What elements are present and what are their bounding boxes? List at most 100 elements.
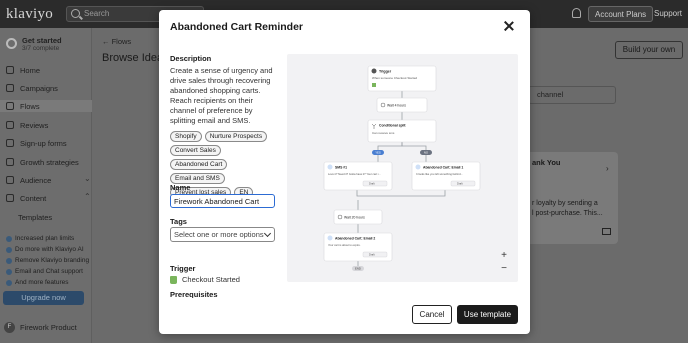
get-started-progress: 3/7 complete [22,45,60,52]
card-description: r loyalty by sending a l post-purchase. … [532,199,614,219]
sidebar-item-content[interactable]: Content ⌃ [6,192,92,204]
sidebar-item-label: Growth strategies [20,157,79,167]
zoom-in-icon[interactable]: + [498,250,510,262]
template-details: Description Create a sense of urgency an… [170,54,280,298]
flow-icon [6,102,14,110]
flow-node-wait-2[interactable]: Wait 20 hours [333,209,383,225]
account-plans-button[interactable]: Account Plans [588,6,654,22]
tag-chip: Abandoned Cart [170,158,228,170]
sidebar-item-flows[interactable]: Flows [0,100,92,112]
flow-end-badge: END [352,266,364,271]
node-title: Conditional split [379,124,406,128]
chevron-up-icon: ⌃ [84,192,91,201]
cancel-button[interactable]: Cancel [412,305,452,324]
node-title: Wait 20 hours [344,216,365,220]
channel-select[interactable]: channel [528,86,616,104]
channel-select-label: channel [537,90,564,99]
email-icon [415,164,421,170]
sidebar-item-label: Reviews [20,120,49,130]
prerequisites-label: Prerequisites [170,290,218,298]
sidebar-item-campaigns[interactable]: Campaigns [6,82,58,94]
chevron-down-icon [263,229,272,238]
sidebar-item-label: Campaigns [20,83,58,93]
flow-node-conditional-split[interactable]: Conditional split Can receive sms [367,119,437,143]
flow-preview-canvas[interactable]: Trigger When someone Checkout Started Wa… [287,54,518,282]
sidebar-item-home[interactable]: Home [6,64,40,76]
flow-diagram: Trigger When someone Checkout Started Wa… [323,65,481,271]
card-description-line: r loyalty by sending a [532,200,598,207]
description-text: Create a sense of urgency and drive sale… [170,66,273,125]
search-icon [71,9,80,18]
flow-idea-card[interactable]: ank You › r loyalty by sending a l post-… [526,152,618,244]
name-field[interactable] [170,194,275,208]
tags-label: Tags [170,217,187,226]
draft-status: Draft [457,182,463,186]
use-template-button[interactable]: Use template [457,305,518,324]
tag-chip: Shopify [170,130,202,142]
close-icon[interactable] [503,20,515,32]
shopify-icon [170,275,177,284]
branch-no-badge: NO [420,150,432,155]
sidebar-item-signup-forms[interactable]: Sign-up forms [6,137,67,149]
flow-node-email-1[interactable]: Abandoned Cart: Email 1 It looks like yo… [411,161,481,191]
email-icon [602,228,611,235]
home-icon [6,66,14,74]
sidebar-item-label: Home [20,65,41,75]
upgrade-button[interactable]: Upgrade now [3,291,84,305]
template-modal: Abandoned Cart Reminder Description Crea… [159,10,530,334]
node-body: Love it? Need it? Gotta have it? Your ca… [328,172,381,176]
sidebar-item-reviews[interactable]: Reviews [6,119,48,131]
flow-node-email-2[interactable]: Abandoned Cart: Email 2 Your cart is abo… [323,232,393,262]
support-link[interactable]: Support [648,6,688,22]
draft-status: Draft [369,182,375,186]
shopify-icon [372,83,376,87]
branch-yes-badge: YES [372,150,384,155]
account-switcher[interactable]: F Firework Product [4,322,77,333]
trigger-name: Checkout Started [182,275,240,284]
tag-chip: Convert Sales [170,144,221,156]
node-title: Wait 4 hours [387,104,406,108]
promo-label: Remove Klaviyo branding [15,257,90,264]
node-body: It looks like you left something behind.… [416,172,463,176]
flow-node-trigger[interactable]: Trigger When someone Checkout Started [367,65,437,92]
tag-chip: Nurture Prospects [204,130,268,142]
node-body: Your cart is about to expire. [328,243,361,247]
check-icon [6,268,12,275]
trigger-label: Trigger [170,264,196,273]
breadcrumb[interactable]: ← Flows [102,37,131,46]
sidebar-item-audience[interactable]: Audience ⌄ [6,174,92,186]
flow-node-sms-1[interactable]: SMS #1 Love it? Need it? Gotta have it? … [323,161,393,191]
zoom-out-icon[interactable]: − [498,263,510,275]
sidebar: Get started 3/7 complete Home Campaigns … [0,28,92,343]
node-subtitle: Can receive sms [372,131,395,135]
build-your-own-button[interactable]: Build your own [615,41,683,59]
sidebar-item-label: Sign-up forms [20,138,67,148]
card-description-line: l post-purchase. This... [532,209,603,217]
flow-node-wait-1[interactable]: Wait 4 hours [376,97,428,113]
node-title: SMS #1 [335,166,347,170]
sidebar-item-label: Audience [20,175,52,185]
sidebar-item-growth-strategies[interactable]: Growth strategies [6,156,79,168]
bell-icon[interactable] [572,8,581,18]
node-subtitle: When someone Checkout Started [372,76,417,80]
description-label: Description [170,54,212,63]
svg-text:YES: YES [375,151,381,155]
progress-ring-icon [6,38,17,49]
star-icon [6,121,14,129]
check-icon [6,279,12,286]
draft-status: Draft [369,253,375,257]
sms-icon [327,164,333,170]
promo-item: And more features [6,279,68,286]
get-started-title[interactable]: Get started [22,36,62,45]
modal-title: Abandoned Cart Reminder [170,21,304,33]
growth-icon [6,158,14,166]
promo-item: Remove Klaviyo branding [6,257,89,264]
content-icon [6,194,14,202]
tags-select[interactable]: Select one or more options [170,227,275,242]
sidebar-item-templates[interactable]: Templates [18,211,52,223]
klaviyo-logo: klaviyo [6,6,54,22]
email-icon [327,235,333,241]
sidebar-item-label: Content [20,193,47,203]
sidebar-item-label: Templates [18,212,53,222]
promo-item: Do more with Klaviyo AI [6,246,84,253]
